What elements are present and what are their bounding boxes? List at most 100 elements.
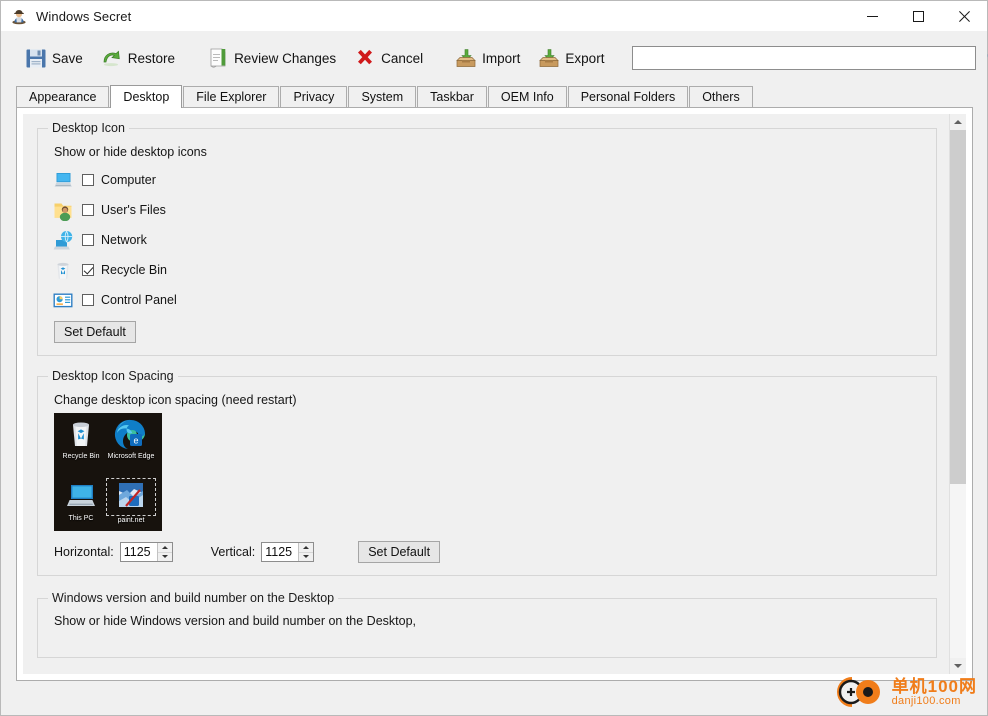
vertical-label: Vertical: [210,545,256,559]
vertical-spin-up-button[interactable] [299,543,314,553]
spacing-description: Change desktop icon spacing (need restar… [54,393,297,407]
this-pc-icon [64,479,98,513]
search-input[interactable] [632,46,977,70]
scroll-up-button[interactable] [950,114,966,130]
version-group-title: Windows version and build number on the … [48,591,339,605]
vertical-spinner[interactable] [261,542,315,562]
tab-oem-info[interactable]: OEM Info [487,86,567,107]
desktop-icon-checkbox-computer[interactable] [82,174,94,186]
desktop-icon-checkbox-control-panel[interactable] [82,294,94,306]
import-button[interactable]: Import [445,39,528,77]
cancel-label: Cancel [381,50,424,66]
paint-net-icon [114,480,148,514]
preview-icon-paint-net: paint.net [106,478,156,526]
scrollbar-track[interactable] [950,130,966,658]
horizontal-spin-down-button[interactable] [157,552,172,561]
review-changes-label: Review Changes [234,50,337,66]
vertical-spin-down-button[interactable] [299,552,314,561]
desktop-icon-row-recycle-bin[interactable]: Recycle Bin [52,255,922,285]
title-bar: Windows Secret [1,1,987,31]
review-changes-button[interactable]: Review Changes [197,39,344,77]
desktop-icon-label-users-files: User's Files [101,203,166,217]
settings-content: Desktop Icon Show or hide desktop icons [23,114,949,658]
spacing-group-title: Desktop Icon Spacing [48,369,178,383]
desktop-icon-label-control-panel: Control Panel [101,293,177,307]
tab-taskbar[interactable]: Taskbar [417,86,487,107]
tab-system[interactable]: System [348,86,417,107]
desktop-icon-row-users-files[interactable]: User's Files [52,195,922,225]
undo-arrow-icon [99,45,125,71]
export-button[interactable]: Export [528,39,612,77]
save-label: Save [52,50,83,66]
tab-strip: Appearance Desktop File Explorer Privacy… [1,85,987,108]
tab-appearance[interactable]: Appearance [16,86,110,107]
chevron-up-icon [954,120,962,124]
watermark-text: 单机100网 danji100.com [892,678,977,707]
horizontal-input[interactable] [120,543,157,561]
desktop-icon-checkbox-users-files[interactable] [82,204,94,216]
horizontal-spin-up-button[interactable] [157,543,172,553]
status-bar: 单机100网 danji100.com [1,677,987,715]
import-box-icon [453,45,479,71]
version-description: Show or hide Windows version and build n… [54,614,417,628]
horizontal-spinner[interactable] [119,542,173,562]
magnifier-icon[interactable] [981,44,988,72]
restore-button[interactable]: Restore [91,39,183,77]
desktop-icon-checkbox-recycle-bin[interactable] [82,264,94,276]
chevron-down-icon [954,664,962,668]
window-title: Windows Secret [36,8,132,24]
cancel-button[interactable]: Cancel [344,39,431,77]
network-icon [52,229,74,251]
watermark-english: danji100.com [891,694,961,707]
desktop-icon-row-network[interactable]: Network [52,225,922,255]
maximize-button[interactable] [895,1,941,31]
tab-personal-folders[interactable]: Personal Folders [567,86,689,107]
preview-label-paint-net: paint.net [117,517,145,524]
danji100-logo-icon [834,675,886,709]
search-area [632,44,988,72]
preview-icon-recycle-bin: Recycle Bin [57,417,105,462]
horizontal-spinner-buttons [156,543,172,561]
restore-label: Restore [127,50,176,66]
close-button[interactable] [941,1,987,31]
desktop-icon-checkbox-network[interactable] [82,234,94,246]
desktop-icon-row-computer[interactable]: Computer [52,165,922,195]
preview-label-edge: Microsoft Edge [107,453,155,460]
tab-privacy[interactable]: Privacy [280,86,348,107]
desktop-icon-label-recycle-bin: Recycle Bin [101,263,167,277]
watermark: 单机100网 danji100.com [834,675,977,709]
settings-scroll-pane: Desktop Icon Show or hide desktop icons [23,114,949,674]
horizontal-label: Horizontal: [54,545,114,559]
red-x-icon [352,45,378,71]
recycle-bin-icon [64,417,98,451]
scroll-down-button[interactable] [950,658,966,674]
floppy-disk-icon [23,45,49,71]
save-button[interactable]: Save [15,39,91,77]
tab-file-explorer[interactable]: File Explorer [183,86,280,107]
vertical-scrollbar[interactable] [949,114,966,674]
tab-desktop[interactable]: Desktop [110,85,183,108]
preview-icon-this-pc: This PC [57,479,105,524]
app-window: Windows Secret Save Restore Review Chang… [0,0,988,716]
scrollbar-thumb[interactable] [950,130,966,484]
preview-icon-edge: e Microsoft Edge [107,417,155,462]
app-person-icon [10,7,28,25]
control-panel-icon [52,289,74,311]
export-box-icon [536,45,562,71]
tab-others[interactable]: Others [689,86,753,107]
export-label: Export [565,50,605,66]
windows-version-group: Windows version and build number on the … [37,591,937,658]
minimize-button[interactable] [849,1,895,31]
desktop-icon-group: Desktop Icon Show or hide desktop icons [37,121,937,356]
spacing-set-default-button[interactable]: Set Default [358,541,441,563]
desktop-spacing-preview: Recycle Bin e Microsoft Edge This PC pai… [54,413,162,531]
desktop-icon-set-default-button[interactable]: Set Default [54,321,136,343]
preview-label-this-pc: This PC [68,515,94,522]
vertical-input[interactable] [262,543,299,561]
svg-text:e: e [133,435,138,445]
vertical-spinner-buttons [298,543,314,561]
desktop-icon-label-computer: Computer [101,173,156,187]
user-folder-icon [52,199,74,222]
desktop-icon-row-control-panel[interactable]: Control Panel [52,285,922,315]
desktop-icon-group-title: Desktop Icon [48,121,129,135]
